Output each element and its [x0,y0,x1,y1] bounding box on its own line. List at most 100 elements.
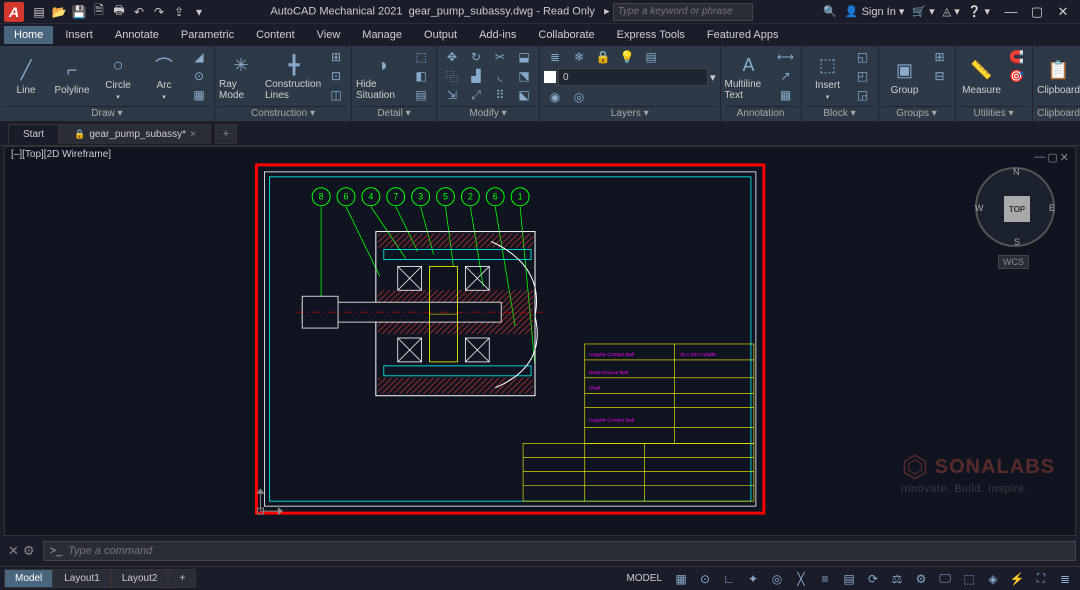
status-hardware-icon[interactable]: ⚡ [1006,570,1028,588]
status-clean-icon[interactable]: ⛶ [1030,570,1052,588]
layer-btn-4[interactable]: 💡 [616,48,638,66]
menu-view[interactable]: View [307,26,351,44]
tab-close-icon[interactable]: × [190,129,196,140]
panel-groups-title[interactable]: Groups ▾ [883,106,951,121]
stretch-tool[interactable]: ⇲ [441,86,463,104]
layer-btn-5[interactable]: ▤ [640,48,662,66]
status-units-icon[interactable]: ⬚ [958,570,980,588]
polyline-tool[interactable]: ⌐Polyline [50,48,94,106]
qat-share-icon[interactable]: ⇪ [170,3,188,21]
grp-b[interactable]: ⊟ [929,67,951,85]
block-c[interactable]: ◲ [852,86,874,104]
clipboard-tool[interactable]: 📋Clipboard [1037,48,1080,106]
block-a[interactable]: ◱ [852,48,874,66]
status-lwt-icon[interactable]: ≡ [814,570,836,588]
qat-print-icon[interactable]: 🖶 [110,3,128,21]
file-tab[interactable]: Start [8,124,59,144]
help-icon[interactable]: ❔ ▾ [968,5,990,18]
det-1[interactable]: ⬚ [410,48,432,66]
qat-saveas-icon[interactable]: 🗎 [90,3,108,21]
layer-btn-1[interactable]: ≣ [544,48,566,66]
layout-tab-layout2[interactable]: Layout2 [111,569,169,588]
mod-a[interactable]: ⬓ [513,48,535,66]
cart-icon[interactable]: 🛒 ▾ [912,5,934,18]
qat-save-icon[interactable]: 💾 [70,3,88,21]
vp-restore-icon[interactable]: ▢ [1047,151,1057,164]
layer-btn-2[interactable]: ❄ [568,48,590,66]
status-osnap-icon[interactable]: ◎ [766,570,788,588]
mod-c[interactable]: ⬕ [513,86,535,104]
menu-featured-apps[interactable]: Featured Apps [697,26,789,44]
status-transparency-icon[interactable]: ▤ [838,570,860,588]
menu-insert[interactable]: Insert [55,26,103,44]
qat-undo-icon[interactable]: ↶ [130,3,148,21]
status-monitor-icon[interactable]: 🖵 [934,570,956,588]
qat-dropdown-icon[interactable]: ▾ [190,3,208,21]
qat-redo-icon[interactable]: ↷ [150,3,168,21]
add-layout-button[interactable]: + [168,569,196,588]
status-snap-icon[interactable]: ⊙ [694,570,716,588]
layout-tab-model[interactable]: Model [4,569,53,588]
viewcube-south[interactable]: S [1014,237,1020,247]
viewcube[interactable]: TOP N S E W [975,167,1055,247]
det-2[interactable]: ◧ [410,67,432,85]
construction-lines-tool[interactable]: ╋Construction Lines [265,48,323,106]
table-tool[interactable]: ▦ [775,86,797,104]
panel-detail-title[interactable]: Detail ▾ [356,106,432,121]
viewcube-north[interactable]: N [1013,167,1020,177]
util-a[interactable]: 🧲 [1006,48,1028,66]
dim-tool[interactable]: ⟷ [775,48,797,66]
qat-open-icon[interactable]: 📂 [50,3,68,21]
menu-parametric[interactable]: Parametric [171,26,244,44]
status-ortho-icon[interactable]: ∟ [718,570,740,588]
draw-misc-3[interactable]: ▦ [188,86,210,104]
status-otrack-icon[interactable]: ╳ [790,570,812,588]
status-grid-icon[interactable]: ▦ [670,570,692,588]
layer-state[interactable]: ◉ [544,88,566,106]
menu-home[interactable]: Home [4,26,53,44]
vp-minimize-icon[interactable]: — [1034,151,1045,164]
menu-express-tools[interactable]: Express Tools [607,26,695,44]
mod-b[interactable]: ⬔ [513,67,535,85]
array-tool[interactable]: ⠿ [489,86,511,104]
new-tab-button[interactable]: + [215,124,237,144]
viewcube-west[interactable]: W [975,203,984,213]
close-button[interactable]: ✕ [1050,2,1076,22]
measure-tool[interactable]: 📏Measure [960,48,1004,106]
insert-tool[interactable]: ⬚Insert▾ [806,48,850,106]
vp-close-icon[interactable]: ✕ [1060,151,1069,164]
rotate-tool[interactable]: ↻ [465,48,487,66]
scale-tool[interactable]: ⤢ [465,86,487,104]
cmd-config-icon[interactable]: ⚙ [23,543,35,559]
status-mode[interactable]: MODEL [620,573,668,584]
cons-2[interactable]: ⊡ [325,67,347,85]
maximize-button[interactable]: ▢ [1024,2,1050,22]
status-customize-icon[interactable]: ≣ [1054,570,1076,588]
cmd-close-icon[interactable]: ✕ [8,543,19,559]
app-logo[interactable]: A [4,2,24,22]
line-tool[interactable]: ╱Line [4,48,48,106]
status-polar-icon[interactable]: ✦ [742,570,764,588]
search-icon[interactable]: 🔍 [823,5,837,18]
hide-situation-tool[interactable]: ◑Hide Situation [356,48,408,106]
file-tab[interactable]: 🔒gear_pump_subassy* × [59,124,211,144]
panel-draw-title[interactable]: Draw ▾ [4,106,210,121]
status-isolate-icon[interactable]: ◈ [982,570,1004,588]
layer-selector[interactable] [558,68,708,86]
block-b[interactable]: ◰ [852,67,874,85]
menu-add-ins[interactable]: Add-ins [469,26,526,44]
command-input[interactable]: >_ Type a command [43,541,1076,561]
cons-3[interactable]: ◫ [325,86,347,104]
circle-tool[interactable]: ○Circle▾ [96,48,140,106]
mirror-tool[interactable]: ▟ [465,67,487,85]
panel-layers-title[interactable]: Layers ▾ [544,106,716,121]
menu-output[interactable]: Output [414,26,467,44]
viewcube-top-face[interactable]: TOP [1004,196,1030,222]
layer-btn-3[interactable]: 🔒 [592,48,614,66]
panel-modify-title[interactable]: Modify ▾ [441,106,535,121]
status-cycle-icon[interactable]: ⟳ [862,570,884,588]
layout-tab-layout1[interactable]: Layout1 [53,569,111,588]
mtext-tool[interactable]: AMultiline Text [725,48,773,106]
drawing-viewport[interactable]: [–][Top][2D Wireframe] — ▢ ✕ TOP N S E W… [4,146,1076,536]
menu-collaborate[interactable]: Collaborate [528,26,604,44]
